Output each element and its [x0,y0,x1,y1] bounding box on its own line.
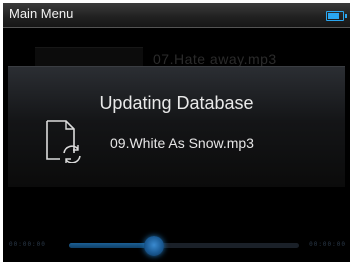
title-bar: Main Menu [3,3,350,28]
total-time: 00:00:00 [309,241,346,248]
background-track-name: 07.Hate away.mp3 [153,51,277,67]
dialog-heading: Updating Database [99,93,254,113]
seek-bar[interactable]: 00:00:00 00:00:00 [3,235,350,257]
seek-progress [69,243,154,248]
elapsed-time: 00:00:00 [9,241,46,248]
device-screen: Main Menu 07.Hate away.mp3 Updating Data… [3,3,350,262]
page-title: Main Menu [9,6,74,21]
updating-database-dialog: Updating Database 09.White As Snow.mp3 [8,66,345,187]
seek-knob[interactable] [144,236,164,256]
current-file-name: 09.White As Snow.mp3 [110,135,254,151]
battery-icon [326,11,347,21]
document-refresh-icon [46,120,81,163]
